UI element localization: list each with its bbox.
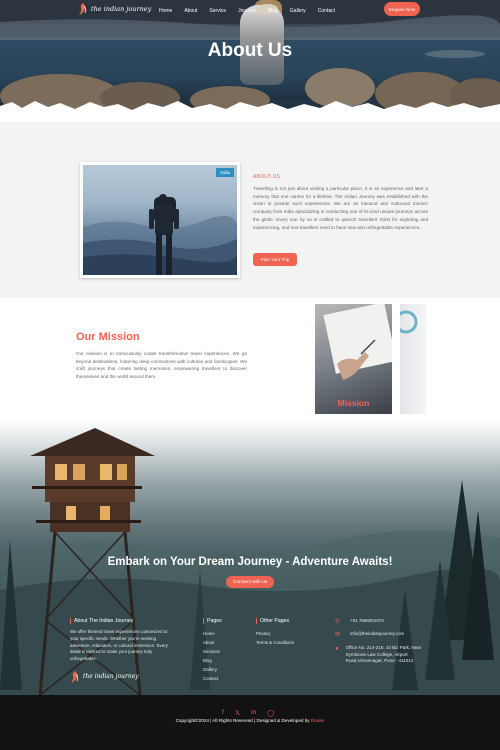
footer-about-heading: About The Indian Journey — [70, 618, 170, 624]
developer-link[interactable]: Diwise — [311, 718, 325, 723]
connect-with-us-button[interactable]: Connect with us — [226, 576, 274, 588]
nav-link-home[interactable]: Home — [159, 8, 172, 14]
nav-link-journey[interactable]: Journey — [238, 8, 256, 14]
footer-phone-text: +91 7666601972 — [350, 618, 384, 623]
about-label: ABOUT US — [253, 174, 281, 180]
phone-icon: ✆ — [335, 619, 341, 625]
mission-card-label: Mission — [337, 398, 370, 408]
footer-pages-heading: Pages — [203, 618, 222, 624]
footer-link-blog[interactable]: Blog — [203, 656, 222, 665]
footer-link-terms[interactable]: Terms & Conditions — [256, 638, 294, 647]
nav-link-gallery[interactable]: Gallery — [290, 8, 306, 14]
footer-link-home[interactable]: Home — [203, 629, 222, 638]
about-text: Travelling is not just about visiting a … — [253, 186, 428, 230]
footer-about: About The Indian Journey We offer themed… — [70, 618, 170, 683]
mail-icon: ✉ — [335, 632, 341, 638]
copyright-text: Copyright©2024 | All Rights Reserved | D… — [175, 718, 311, 723]
footer-link-privacy[interactable]: Privacy — [256, 629, 294, 638]
mission-text: Our mission is to meticulously curate tr… — [76, 351, 247, 379]
mission-card-next[interactable] — [400, 304, 426, 414]
image-tag-badge: India — [216, 168, 234, 177]
location-pin-icon: ● — [335, 646, 339, 652]
footer-logo-mark-icon — [71, 670, 79, 683]
page-title: About Us — [207, 40, 293, 61]
instagram-icon[interactable]: ◯ — [267, 709, 274, 717]
copyright: Copyright©2024 | All Rights Reserved | D… — [0, 718, 500, 723]
footer-other-pages: Other Pages Privacy Terms & Conditions — [256, 618, 294, 647]
x-twitter-icon[interactable]: 𝕏 — [235, 709, 240, 717]
footer-address: ● Office No. 214-216, 10 Biz Park, Near … — [335, 645, 430, 665]
footer-link-contact[interactable]: Contact — [203, 674, 222, 683]
about-section: India ABOUT US Travelling is not just ab… — [0, 122, 500, 298]
footer-logo[interactable]: the indian journey — [70, 670, 170, 683]
footer-link-about[interactable]: About — [203, 638, 222, 647]
footer-link-services[interactable]: Services — [203, 647, 222, 656]
about-image: India — [80, 162, 240, 278]
plan-your-trip-button[interactable]: Plan Your Trip — [253, 253, 297, 266]
footer-email-text: info@theindianjourney.com — [350, 631, 405, 636]
nav-links: Home About Service Journey Blog Gallery … — [159, 8, 335, 14]
linkedin-icon[interactable]: in — [251, 709, 256, 717]
logo-text: the indian journey — [91, 5, 152, 13]
footer-phone[interactable]: ✆ +91 7666601972 — [335, 618, 384, 626]
top-navbar: the indian journey Home About Service Jo… — [0, 0, 500, 22]
footer-address-text: Office No. 214-216, 10 Biz Park, Near Sy… — [345, 645, 422, 663]
logo-mark-icon — [79, 3, 87, 15]
footer-about-text: We offer themed travel experiences custo… — [70, 629, 168, 662]
nav-link-service[interactable]: Service — [209, 8, 226, 14]
footer-other-heading: Other Pages — [256, 618, 294, 624]
footer-pages: Pages Home About Services Blog Gallery C… — [203, 618, 222, 683]
nav-link-blog[interactable]: Blog — [268, 8, 278, 14]
mission-title: Our Mission — [76, 331, 140, 343]
nav-link-about[interactable]: About — [184, 8, 197, 14]
social-links: f 𝕏 in ◯ — [222, 709, 274, 717]
facebook-icon[interactable]: f — [222, 709, 224, 717]
footer-link-gallery[interactable]: Gallery — [203, 665, 222, 674]
torn-edge — [0, 101, 500, 122]
brand-logo[interactable]: the indian journey — [78, 3, 151, 15]
enquire-now-button[interactable]: Enquire Now — [384, 2, 420, 16]
cta-heading: Embark on Your Dream Journey - Adventure… — [107, 556, 393, 568]
mission-card[interactable]: Mission — [315, 304, 392, 414]
footer-email[interactable]: ✉ info@theindianjourney.com — [335, 631, 404, 639]
traveller-silhouette — [83, 194, 237, 275]
nav-link-contact[interactable]: Contact — [318, 8, 335, 14]
footer-logo-text: the indian journey — [83, 673, 139, 681]
